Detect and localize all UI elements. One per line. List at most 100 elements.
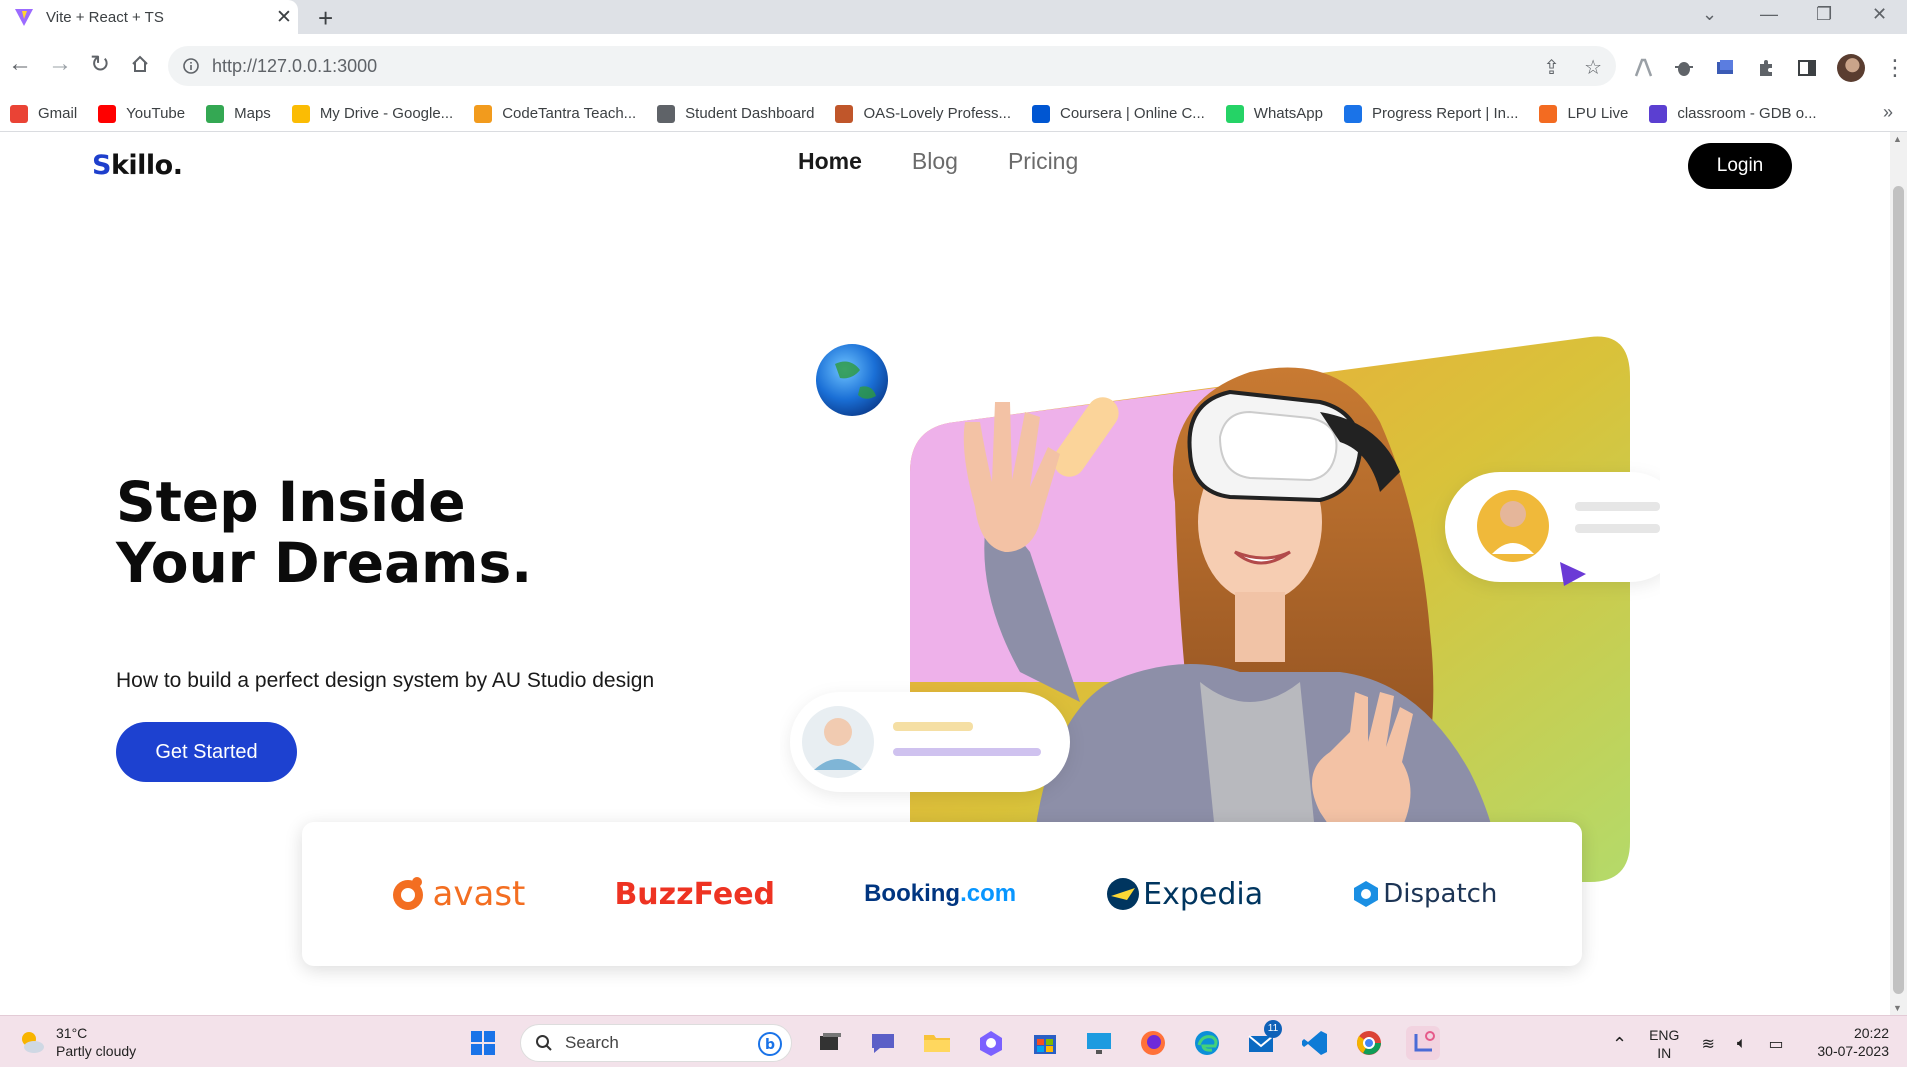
teams-chat-icon[interactable] xyxy=(866,1026,900,1060)
bookmark-item[interactable]: CodeTantra Teach... xyxy=(474,104,636,123)
scroll-up-icon[interactable]: ▲ xyxy=(1893,134,1902,144)
windows-start-icon[interactable] xyxy=(466,1026,500,1060)
ist-icon xyxy=(1344,104,1362,123)
hero-subtitle: How to build a perfect design system by … xyxy=(116,669,655,692)
edge-icon[interactable] xyxy=(1190,1026,1224,1060)
mail-icon[interactable]: 11 xyxy=(1244,1020,1282,1060)
bookmark-item[interactable]: classroom - GDB o... xyxy=(1649,104,1817,123)
forward-icon[interactable]: → xyxy=(42,46,78,82)
bookmark-star-icon[interactable]: ☆ xyxy=(1584,55,1602,80)
home-icon[interactable] xyxy=(122,46,158,82)
bookmark-item[interactable]: Gmail xyxy=(10,104,78,123)
weather-condition: Partly cloudy xyxy=(56,1043,137,1059)
bookmark-item[interactable]: Progress Report | In... xyxy=(1344,104,1519,123)
bookmark-label: Gmail xyxy=(38,105,78,122)
bug-extension-icon[interactable] xyxy=(1673,57,1695,79)
webpage: Skillo. Home Blog Pricing Login Step Ins… xyxy=(0,132,1890,1015)
bookmark-item[interactable]: LPU Live xyxy=(1539,104,1628,123)
task-view-icon[interactable] xyxy=(812,1026,846,1060)
chat-bubble-left xyxy=(790,692,1070,792)
extensions-puzzle-icon[interactable] xyxy=(1755,57,1777,79)
store-icon[interactable] xyxy=(1028,1026,1062,1060)
nav-pricing[interactable]: Pricing xyxy=(1008,148,1078,175)
vscode-icon[interactable] xyxy=(1298,1026,1332,1060)
get-started-button[interactable]: Get Started xyxy=(116,722,297,782)
taskbar-search[interactable]: Search b xyxy=(520,1024,792,1062)
bookmark-item[interactable]: WhatsApp xyxy=(1225,104,1323,123)
window-extension-icon[interactable] xyxy=(1714,57,1736,79)
side-panel-icon[interactable] xyxy=(1796,57,1818,79)
volume-icon[interactable]: 🔈︎ xyxy=(1737,1035,1747,1053)
reload-icon[interactable]: ↻ xyxy=(82,46,118,82)
hero-title: Step Inside Your Dreams. xyxy=(116,470,533,595)
brand-logo-avast: avast xyxy=(387,873,526,915)
clock[interactable]: 20:22 30-07-2023 xyxy=(1817,1024,1889,1060)
chat-bubble-right xyxy=(1445,472,1660,586)
snipping-tool-icon[interactable] xyxy=(1406,1026,1440,1060)
extension-a-icon[interactable] xyxy=(1632,57,1654,79)
globe-icon xyxy=(657,104,676,123)
new-tab-button[interactable]: + xyxy=(318,3,333,34)
site-logo[interactable]: Skillo. xyxy=(92,150,183,181)
scrollbar-thumb[interactable] xyxy=(1893,186,1904,994)
battery-icon[interactable]: ▭ xyxy=(1768,1034,1783,1054)
lang-code: ENG xyxy=(1649,1027,1680,1043)
bookmark-label: classroom - GDB o... xyxy=(1677,105,1817,122)
monitor-app-icon[interactable] xyxy=(1082,1026,1116,1060)
wifi-icon[interactable]: ≋ xyxy=(1701,1034,1714,1054)
menu-kebab-icon[interactable]: ⋮ xyxy=(1884,55,1906,81)
tab-strip: Vite + React + TS ✕ + ⌄ — ❐ ✕ xyxy=(0,0,1907,34)
brand-name: BuzzFeed xyxy=(614,876,776,912)
close-window-icon[interactable]: ✕ xyxy=(1872,4,1887,25)
whatsapp-icon xyxy=(1225,104,1244,123)
scroll-down-icon[interactable]: ▼ xyxy=(1893,1003,1902,1013)
restore-icon[interactable]: ❐ xyxy=(1816,4,1832,25)
login-button[interactable]: Login xyxy=(1688,143,1792,189)
logo-text: killo. xyxy=(110,150,183,181)
temperature: 31°C xyxy=(56,1025,88,1041)
chrome-icon[interactable] xyxy=(1352,1026,1386,1060)
copilot-icon[interactable] xyxy=(974,1026,1008,1060)
svg-text:b: b xyxy=(765,1037,775,1053)
vertical-scrollbar[interactable]: ▲ ▼ xyxy=(1890,132,1907,1015)
nav-home[interactable]: Home xyxy=(798,148,862,175)
date: 30-07-2023 xyxy=(1817,1043,1889,1059)
bookmarks-bar: Gmail YouTube Maps My Drive - Google... Code… xyxy=(0,96,1907,132)
browser-toolbar: ← → ↻ http://127.0.0.1:3000 ⇪ ☆ ⋮ xyxy=(0,34,1907,96)
bing-icon[interactable]: b xyxy=(757,1031,783,1057)
site-info-icon[interactable] xyxy=(182,57,200,75)
nav-blog[interactable]: Blog xyxy=(912,148,958,175)
codetantra-icon xyxy=(474,104,493,123)
address-bar[interactable]: http://127.0.0.1:3000 ⇪ ☆ xyxy=(168,46,1616,86)
close-tab-icon[interactable]: ✕ xyxy=(270,6,298,29)
file-explorer-icon[interactable] xyxy=(920,1026,954,1060)
bookmark-item[interactable]: YouTube xyxy=(98,104,185,123)
minimize-icon[interactable]: — xyxy=(1760,4,1778,25)
search-label: Search xyxy=(565,1033,619,1052)
more-bookmarks-icon[interactable]: » xyxy=(1883,102,1893,123)
dispatch-mark-icon xyxy=(1354,881,1379,907)
bookmark-item[interactable]: Coursera | Online C... xyxy=(1032,104,1205,123)
brand-logo-bookingcom: Booking.com xyxy=(864,880,1016,908)
back-icon[interactable]: ← xyxy=(2,46,38,82)
bookmark-label: WhatsApp xyxy=(1253,105,1323,122)
brand-name: Booking.com xyxy=(864,880,1017,907)
firefox-icon[interactable] xyxy=(1136,1026,1170,1060)
bookmark-item[interactable]: OAS-Lovely Profess... xyxy=(835,104,1011,123)
logo-letter: S xyxy=(92,150,111,181)
share-icon[interactable]: ⇪ xyxy=(1543,55,1560,80)
weather-widget[interactable]: 31°C Partly cloudy xyxy=(18,1024,136,1060)
language-indicator[interactable]: ENG IN xyxy=(1649,1026,1679,1062)
show-hidden-icons[interactable]: ⌃ xyxy=(1612,1034,1627,1055)
bookmark-item[interactable]: Student Dashboard xyxy=(657,104,814,123)
bookmark-item[interactable]: My Drive - Google... xyxy=(291,104,453,123)
browser-tab[interactable]: Vite + React + TS ✕ xyxy=(0,0,298,34)
coursera-icon xyxy=(1032,104,1050,123)
brand-name: avast xyxy=(432,874,526,914)
bookmark-label: Progress Report | In... xyxy=(1372,105,1519,122)
search-icon xyxy=(536,1035,552,1051)
bookmark-label: Coursera | Online C... xyxy=(1060,105,1205,122)
tab-search-icon[interactable]: ⌄ xyxy=(1702,4,1717,25)
bookmark-item[interactable]: Maps xyxy=(206,104,271,123)
profile-avatar[interactable] xyxy=(1837,54,1865,82)
